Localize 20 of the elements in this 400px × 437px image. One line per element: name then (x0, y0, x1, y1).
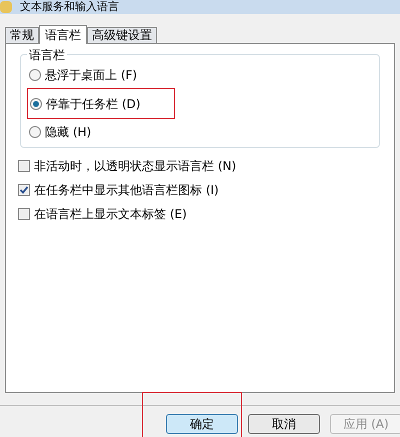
option-label: 停靠于任务栏 (D) (46, 96, 140, 112)
tab[interactable]: 常规 (5, 27, 39, 43)
radio-button[interactable] (30, 98, 42, 110)
checkbox-label: 在语言栏上显示文本标签 (E) (34, 206, 187, 223)
checkbox-label: 非活动时，以透明状态显示语言栏 (N) (34, 158, 236, 175)
checkbox[interactable] (18, 208, 30, 220)
tab[interactable]: 高级键设置 (87, 27, 157, 43)
tab[interactable]: 语言栏 (39, 25, 87, 44)
checkbox[interactable] (18, 160, 30, 172)
group-title: 语言栏 (27, 46, 67, 64)
app-icon (0, 1, 12, 13)
checkbox[interactable] (18, 184, 30, 196)
radio-button[interactable] (29, 69, 41, 81)
checkbox-label: 在任务栏中显示其他语言栏图标 (I) (34, 182, 219, 199)
option-label: 悬浮于桌面上 (F) (45, 67, 138, 84)
option-label: 隐藏 (H) (45, 124, 92, 141)
window-title: 文本服务和输入语言 (20, 0, 119, 13)
dialog-button[interactable]: 确定 (166, 414, 238, 434)
radio-button[interactable] (29, 126, 41, 138)
dialog-button[interactable]: 取消 (248, 414, 320, 434)
